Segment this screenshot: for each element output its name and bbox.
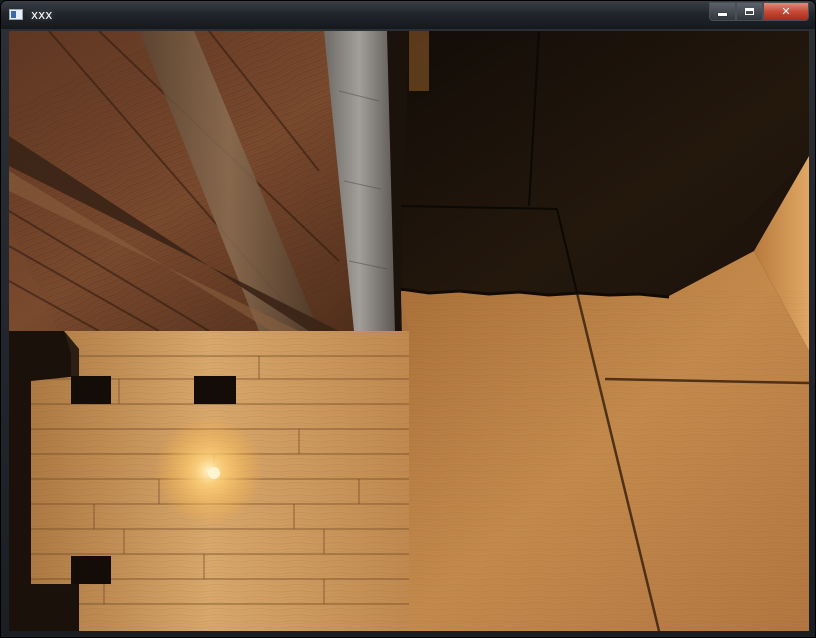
app-window-icon[interactable]	[9, 9, 23, 20]
map-obstacle	[71, 556, 111, 584]
close-button[interactable]: ✕	[763, 2, 809, 21]
tile-floor	[400, 251, 809, 631]
maximize-icon	[745, 8, 754, 15]
maximize-button[interactable]	[736, 2, 763, 21]
close-icon: ✕	[781, 5, 791, 18]
title-bar[interactable]: xxx ✕	[1, 1, 815, 29]
game-scene	[9, 31, 809, 631]
map-panel	[9, 331, 409, 631]
app-window: xxx ✕	[0, 0, 816, 638]
window-title: xxx	[31, 8, 53, 22]
map-obstacle	[194, 376, 236, 404]
caption-buttons: ✕	[709, 2, 809, 21]
minimize-icon	[718, 13, 727, 16]
game-viewport[interactable]	[9, 31, 809, 631]
map-obstacle	[71, 376, 111, 404]
minimize-button[interactable]	[709, 2, 736, 21]
